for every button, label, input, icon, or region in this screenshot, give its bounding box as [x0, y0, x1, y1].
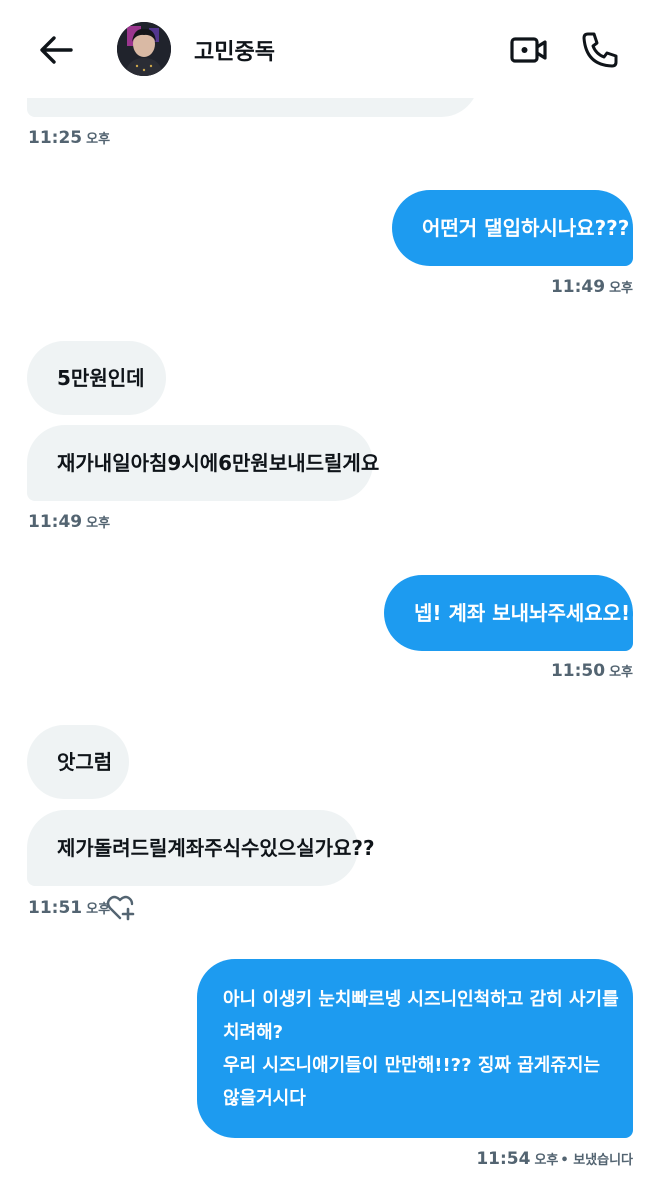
- timestamp-ampm: 오후: [86, 516, 111, 531]
- avatar-image: [117, 22, 171, 76]
- message-bubble-outgoing[interactable]: 아니 이생키 눈치빠르넹 시즈니인척하고 감히 사기를 치려해? 우리 시즈니애…: [197, 959, 633, 1138]
- timestamp-time: 11:49: [28, 512, 83, 532]
- message-bubble-incoming[interactable]: 재가내일아침9시에6만원보내드릴게요: [27, 425, 379, 501]
- message-text: 아니 이생키 눈치빠르넹 시즈니인척하고 감히 사기를 치려해? 우리 시즈니애…: [223, 983, 619, 1115]
- message-timestamp: 11:49 오후: [28, 512, 110, 532]
- delivery-status: • 보냈습니다: [560, 1153, 633, 1168]
- conversation-header: 고민중독: [0, 0, 661, 98]
- message-timestamp: 11:50 오후: [551, 661, 633, 681]
- message-timestamp: 11:51 오후: [28, 898, 110, 918]
- timestamp-time: 11:49: [550, 277, 606, 297]
- message-bubble-outgoing[interactable]: 어떤거 댈입하시나요???: [392, 190, 633, 266]
- arrow-left-icon: [40, 36, 73, 64]
- timestamp-time: 11:51: [28, 898, 83, 918]
- back-button[interactable]: [34, 28, 78, 72]
- message-text-line: 우리 시즈니애기들이 만만해!!?? 징짜 곱게쥬지는: [223, 1055, 601, 1076]
- message-text-line: 아니 이생키 눈치빠르넹 시즈니인척하고 감히 사기를: [223, 989, 619, 1010]
- timestamp-ampm: 오후: [534, 1153, 559, 1168]
- message-bubble-incoming[interactable]: 앗그럼: [27, 725, 129, 799]
- message-bubble-outgoing[interactable]: 넵! 계좌 보내놔주세요오!!: [384, 575, 639, 651]
- timestamp-ampm: 오후: [609, 281, 633, 296]
- message-text-line: 않을거시다: [223, 1088, 306, 1109]
- message-timestamp: 11:49 오후: [551, 277, 633, 297]
- message-text: 5만원인데: [57, 366, 145, 390]
- message-text: 앗그럼: [57, 750, 113, 774]
- add-reaction-button[interactable]: [106, 894, 136, 922]
- message-text-line: 치려해?: [223, 1022, 284, 1043]
- timestamp-time: 11:54: [476, 1149, 531, 1169]
- phone-icon: [582, 32, 618, 68]
- heart-plus-icon: [106, 895, 135, 921]
- timestamp-time: 11:25: [28, 128, 83, 148]
- timestamp-ampm: 오후: [86, 132, 111, 147]
- message-text: 재가내일아침9시에6만원보내드릴게요: [57, 451, 380, 475]
- message-bubble-incoming[interactable]: 5만원인데: [27, 341, 166, 415]
- video-call-button[interactable]: [508, 30, 550, 70]
- message-text: 제가돌려드릴계좌주식수있으실가요??: [57, 836, 375, 860]
- avatar[interactable]: [117, 22, 171, 76]
- video-camera-icon: [510, 37, 547, 63]
- message-text: 어떤거 댈입하시나요???: [422, 216, 630, 240]
- message-timestamp: 11:54 오후 • 보냈습니다: [476, 1149, 633, 1169]
- conversation-title[interactable]: 고민중독: [194, 34, 275, 66]
- timestamp-time: 11:50: [550, 661, 606, 681]
- timestamp-ampm: 오후: [609, 665, 633, 680]
- message-text: 넵! 계좌 보내놔주세요오!!: [414, 601, 640, 625]
- voice-call-button[interactable]: [578, 28, 622, 72]
- message-bubble-incoming[interactable]: 제가돌려드릴계좌주식수있으실가요??: [27, 810, 375, 886]
- message-timestamp: 11:25 오후: [28, 128, 110, 148]
